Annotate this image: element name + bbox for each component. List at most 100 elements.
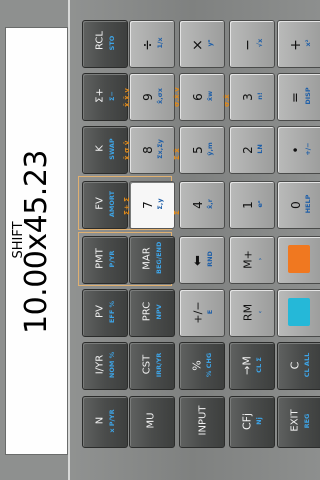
mu-key-label: MU <box>145 412 157 429</box>
key-2-label: 2 <box>241 146 255 154</box>
key-3[interactable]: 3 n! <box>229 73 275 121</box>
rcl-key[interactable]: RCL STO <box>82 20 128 68</box>
change-sign-key-label: +/− <box>191 301 205 324</box>
cfj-key-sublabel: Nj <box>255 417 263 425</box>
key-7[interactable]: 7 Σ,y <box>129 181 175 229</box>
pv-key-sublabel: EFF % <box>108 300 116 324</box>
backspace-key[interactable]: ⬅ RND <box>179 236 225 284</box>
decimal-key-label: • <box>289 146 303 154</box>
equals-key-sublabel: DISP <box>304 87 312 105</box>
mar-key-sublabel: BEG/END <box>155 241 163 274</box>
clear-key-sublabel: CL ALL <box>303 352 311 378</box>
blue-shift-key[interactable] <box>277 289 320 337</box>
key-8-sublabel: Σx,Σy <box>156 139 164 159</box>
multiply-key[interactable]: × yˣ <box>179 20 225 68</box>
pv-key[interactable]: PV EFF % <box>82 289 128 337</box>
rm-key[interactable]: RM ‹ <box>229 289 275 337</box>
key-0[interactable]: 0 HELP <box>277 181 320 229</box>
key-9[interactable]: 9 x̂,σx <box>129 73 175 121</box>
display-mode-indicator: SHIFT <box>11 221 26 259</box>
exit-key[interactable]: EXIT REG <box>277 396 320 448</box>
fv-key-label: FV <box>94 197 106 210</box>
sigma-plus-key-sublabel: Σ− <box>108 91 116 101</box>
k-key-label: K <box>94 145 106 152</box>
m-plus-key-sublabel: › <box>256 257 264 261</box>
clear-key[interactable]: C CL ALL <box>277 342 320 390</box>
key-5-label: 5 <box>191 146 205 154</box>
plus-key[interactable]: + x² <box>277 20 320 68</box>
prc-key[interactable]: PRC NPV <box>129 289 175 337</box>
pmt-key-sublabel: P/YR <box>108 250 116 268</box>
blue-shift-face <box>288 298 310 326</box>
mu-key[interactable]: MU <box>129 396 175 448</box>
prc-key-sublabel: NPV <box>155 304 163 320</box>
input-key-label: INPUT <box>197 405 209 436</box>
iyr-key[interactable]: I/YR NOM % <box>82 342 128 390</box>
key-1[interactable]: 1 eˣ <box>229 181 275 229</box>
percent-key[interactable]: % % CHG <box>179 342 225 390</box>
cfj-key-label: CFj <box>240 412 254 431</box>
fv-key-sublabel: AMORT <box>108 190 116 218</box>
rcl-key-sublabel: STO <box>108 35 116 51</box>
plus-key-sublabel: x² <box>304 39 312 47</box>
equals-key[interactable]: = DISP <box>277 73 320 121</box>
divide-key-label: ÷ <box>140 39 156 51</box>
input-key[interactable]: INPUT <box>179 396 225 448</box>
key-0-label: 0 <box>289 201 303 209</box>
exit-key-label: EXIT <box>289 409 301 432</box>
key-5[interactable]: 5 ŷ,m <box>179 126 225 174</box>
key-6-label: 6 <box>191 93 205 101</box>
key-3-sublabel: n! <box>256 92 264 100</box>
plus-key-label: + <box>288 39 304 51</box>
key-8[interactable]: 8 Σx,Σy <box>129 126 175 174</box>
sigma-plus-key-label: Σ+ <box>94 88 106 103</box>
change-sign-key[interactable]: +/− E <box>179 289 225 337</box>
calculator-app: 10.00x45.23 SHIFT RCL STO ÷ 1/x × yˣ − √… <box>0 0 320 480</box>
cfj-key[interactable]: CFj Nj <box>229 396 275 448</box>
rm-key-label: RM <box>241 303 255 322</box>
to-memory-key-label: →M <box>240 356 254 375</box>
minus-key-sublabel: √x <box>256 38 264 48</box>
n-key[interactable]: N x P/YR <box>82 396 128 448</box>
mar-key-label: MAR <box>141 247 153 270</box>
n-key-label: N <box>94 416 106 425</box>
pmt-key-label: PMT <box>94 248 106 269</box>
orange-shift-key[interactable] <box>277 236 320 284</box>
pmt-key[interactable]: PMT P/YR <box>82 236 128 284</box>
m-plus-key-label: M+ <box>241 250 255 269</box>
key-6[interactable]: 6 x̄w <box>179 73 225 121</box>
fv-key[interactable]: FV AMORT <box>82 181 128 229</box>
k-key[interactable]: K SWAP <box>82 126 128 174</box>
key-3-label: 3 <box>241 93 255 101</box>
display-panel: 10.00x45.23 SHIFT <box>0 0 70 480</box>
minus-key[interactable]: − √x <box>229 20 275 68</box>
divide-key-sublabel: 1/x <box>156 37 164 49</box>
to-memory-key[interactable]: →M CL Σ <box>229 342 275 390</box>
cst-key[interactable]: CST IRR/YR <box>129 342 175 390</box>
key-0-sublabel: HELP <box>304 194 312 214</box>
mar-key[interactable]: MAR BEG/END <box>129 236 175 284</box>
m-plus-key[interactable]: M+ › <box>229 236 275 284</box>
key-2[interactable]: 2 LN <box>229 126 275 174</box>
sigma-plus-key[interactable]: Σ+ Σ− <box>82 73 128 121</box>
percent-key-label: % <box>190 360 204 371</box>
backspace-key-label: ⬅ <box>190 255 206 266</box>
rm-key-sublabel: ‹ <box>256 310 264 314</box>
n-key-sublabel: x P/YR <box>108 409 116 433</box>
backspace-key-sublabel: RND <box>206 251 214 267</box>
key-5-sublabel: ŷ,m <box>206 142 214 156</box>
display-screen: 10.00x45.23 SHIFT <box>5 27 68 455</box>
percent-key-sublabel: % CHG <box>205 352 213 378</box>
pv-key-label: PV <box>94 305 106 318</box>
key-4[interactable]: 4 x̂,r <box>179 181 225 229</box>
key-9-sublabel: x̂,σx <box>156 88 164 104</box>
clear-key-label: C <box>288 361 302 370</box>
minus-key-label: − <box>240 39 256 51</box>
decimal-key[interactable]: • +/− <box>277 126 320 174</box>
key-8-label: 8 <box>141 146 155 154</box>
decimal-key-sublabel: +/− <box>304 142 312 156</box>
equals-key-label: = <box>288 92 304 103</box>
divide-key[interactable]: ÷ 1/x <box>129 20 175 68</box>
key-7-sublabel: Σ,y <box>156 198 164 210</box>
rcl-key-label: RCL <box>94 31 106 51</box>
